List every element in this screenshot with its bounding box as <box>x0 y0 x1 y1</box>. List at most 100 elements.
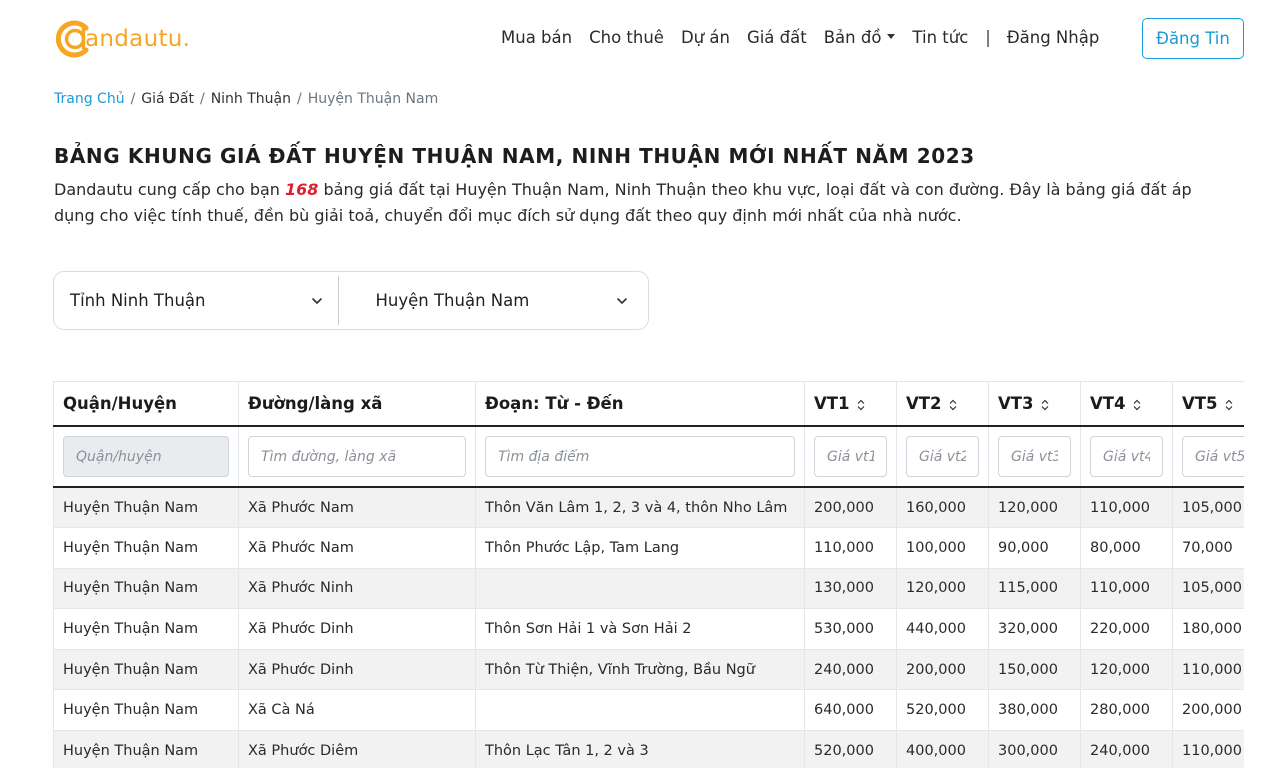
cell-vt1: 130,000 <box>804 568 897 610</box>
filter-cell <box>475 426 805 488</box>
segment-filter-input[interactable] <box>485 436 795 477</box>
intro-count: 168 <box>285 180 319 199</box>
breadcrumb-current: Huyện Thuận Nam <box>307 91 439 107</box>
table-filter-row <box>53 426 1244 488</box>
breadcrumb-gia-dat[interactable]: Giá Đất <box>141 91 194 107</box>
cell-street: Xã Phước Nam <box>238 527 476 569</box>
post-listing-button[interactable]: Đăng Tin <box>1142 18 1244 59</box>
cell-district: Huyện Thuận Nam <box>53 487 239 529</box>
filter-cell <box>1172 426 1244 488</box>
cell-vt4: 110,000 <box>1080 568 1173 610</box>
intro-before: Dandautu cung cấp cho bạn <box>54 180 286 199</box>
breadcrumb: Trang Chủ / Giá Đất / Ninh Thuận / Huyện… <box>54 91 438 107</box>
header-vt2-label: VT2 <box>906 394 942 413</box>
street-filter-input[interactable] <box>248 436 466 477</box>
cell-vt5: 70,000 <box>1172 527 1244 569</box>
cell-vt4: 280,000 <box>1080 689 1173 732</box>
vt4-filter-input[interactable] <box>1090 436 1163 477</box>
district-select[interactable]: Huyện Thuận Nam <box>339 272 649 329</box>
price-table: Quận/Huyện Đường/làng xã Đoạn: Từ - Đến … <box>53 382 1244 768</box>
header-vt1[interactable]: VT1 <box>804 382 897 427</box>
breadcrumb-ninh-thuan[interactable]: Ninh Thuận <box>211 91 291 107</box>
cell-vt5: 200,000 <box>1172 689 1244 732</box>
header-vt2[interactable]: VT2 <box>896 382 989 427</box>
main-nav: Mua bán Cho thuê Dự án Giá đất Bản đồ Ti… <box>501 28 1116 47</box>
page-title: BẢNG KHUNG GIÁ ĐẤT HUYỆN THUẬN NAM, NINH… <box>54 144 975 168</box>
cell-segment <box>475 689 805 732</box>
table-row[interactable]: Huyện Thuận Nam Xã Phước Dinh Thôn Sơn Hải… <box>53 608 1244 650</box>
navbar: andautu. Mua bán Cho thuê Dự án Giá đất … <box>0 0 1280 80</box>
cell-vt2: 440,000 <box>896 608 989 650</box>
province-select[interactable]: Tỉnh Ninh Thuận <box>54 272 338 329</box>
nav-du-an[interactable]: Dự án <box>681 28 730 47</box>
cell-street: Xã Phước Nam <box>238 487 476 529</box>
cell-district: Huyện Thuận Nam <box>53 649 239 691</box>
table-row[interactable]: Huyện Thuận Nam Xã Phước Ninh 130,000 120,0… <box>53 568 1244 610</box>
header-street: Đường/làng xã <box>238 382 476 427</box>
nav-tin-tuc[interactable]: Tin tức <box>912 28 968 47</box>
cell-vt2: 100,000 <box>896 527 989 569</box>
vt5-filter-input[interactable] <box>1182 436 1244 477</box>
breadcrumb-separator: / <box>130 91 136 107</box>
district-select-value: Huyện Thuận Nam <box>375 291 530 310</box>
nav-mua-ban[interactable]: Mua bán <box>501 28 572 47</box>
table-row[interactable]: Huyện Thuận Nam Xã Phước Diêm Thôn Lạc Tân… <box>53 730 1244 768</box>
cell-vt3: 120,000 <box>988 487 1081 529</box>
logo[interactable]: andautu. <box>53 14 190 64</box>
cell-vt4: 240,000 <box>1080 730 1173 768</box>
cell-vt5: 110,000 <box>1172 649 1244 691</box>
cell-vt4: 110,000 <box>1080 487 1173 529</box>
header-vt3[interactable]: VT3 <box>988 382 1081 427</box>
cell-vt2: 200,000 <box>896 649 989 691</box>
table-row[interactable]: Huyện Thuận Nam Xã Cà Ná 640,000 520,000 380… <box>53 689 1244 732</box>
breadcrumb-separator: / <box>297 91 302 107</box>
vt3-filter-input[interactable] <box>998 436 1071 477</box>
cell-vt4: 120,000 <box>1080 649 1173 691</box>
cell-vt1: 640,000 <box>804 689 897 732</box>
filter-cell <box>804 426 897 488</box>
cell-vt2: 120,000 <box>896 568 989 610</box>
cell-vt2: 400,000 <box>896 730 989 768</box>
sort-icon <box>1225 399 1232 410</box>
cell-district: Huyện Thuận Nam <box>53 608 239 650</box>
cell-vt5: 105,000 <box>1172 487 1244 529</box>
nav-ban-do-label: Bản đồ <box>823 28 882 47</box>
cell-vt4: 220,000 <box>1080 608 1173 650</box>
table-row[interactable]: Huyện Thuận Nam Xã Phước Nam Thôn Phước Lậ… <box>53 527 1244 569</box>
filter-cell <box>238 426 476 488</box>
nav-separator: | <box>985 28 991 47</box>
cell-district: Huyện Thuận Nam <box>53 730 239 768</box>
cell-vt4: 80,000 <box>1080 527 1173 569</box>
cell-street: Xã Phước Ninh <box>238 568 476 610</box>
vt2-filter-input[interactable] <box>906 436 979 477</box>
header-vt5-label: VT5 <box>1182 394 1218 413</box>
cell-street: Xã Cà Ná <box>238 689 476 732</box>
filter-cell <box>1080 426 1173 488</box>
table-row[interactable]: Huyện Thuận Nam Xã Phước Nam Thôn Văn Lâm … <box>53 487 1244 529</box>
cell-segment: Thôn Từ Thiện, Vĩnh Trường, Bầu Ngữ <box>475 649 805 691</box>
table-header-row: Quận/Huyện Đường/làng xã Đoạn: Từ - Đến … <box>53 382 1244 427</box>
nav-ban-do-dropdown[interactable]: Bản đồ <box>824 28 896 47</box>
cell-district: Huyện Thuận Nam <box>53 527 239 569</box>
login-link[interactable]: Đăng Nhập <box>1007 28 1099 47</box>
province-select-value: Tỉnh Ninh Thuận <box>70 291 206 310</box>
chevron-down-icon <box>311 297 322 304</box>
price-table-container[interactable]: Quận/Huyện Đường/làng xã Đoạn: Từ - Đến … <box>53 381 1244 768</box>
header-vt5[interactable]: VT5 <box>1172 382 1244 427</box>
nav-cho-thue[interactable]: Cho thuê <box>589 28 664 47</box>
header-district: Quận/Huyện <box>53 382 239 427</box>
logo-text: andautu. <box>85 26 191 52</box>
vt1-filter-input[interactable] <box>814 436 887 477</box>
cell-vt3: 90,000 <box>988 527 1081 569</box>
header-vt1-label: VT1 <box>814 394 850 413</box>
district-filter-input[interactable] <box>63 436 229 477</box>
cell-vt5: 105,000 <box>1172 568 1244 610</box>
sort-icon <box>1133 399 1140 410</box>
table-row[interactable]: Huyện Thuận Nam Xã Phước Dinh Thôn Từ Thiệ… <box>53 649 1244 691</box>
location-filter: Tỉnh Ninh Thuận Huyện Thuận Nam <box>53 271 649 330</box>
breadcrumb-home[interactable]: Trang Chủ <box>54 91 125 107</box>
cell-vt2: 520,000 <box>896 689 989 732</box>
nav-gia-dat[interactable]: Giá đất <box>747 28 807 47</box>
cell-segment: Thôn Văn Lâm 1, 2, 3 và 4, thôn Nho Lâm <box>475 487 805 529</box>
header-vt4[interactable]: VT4 <box>1080 382 1173 427</box>
